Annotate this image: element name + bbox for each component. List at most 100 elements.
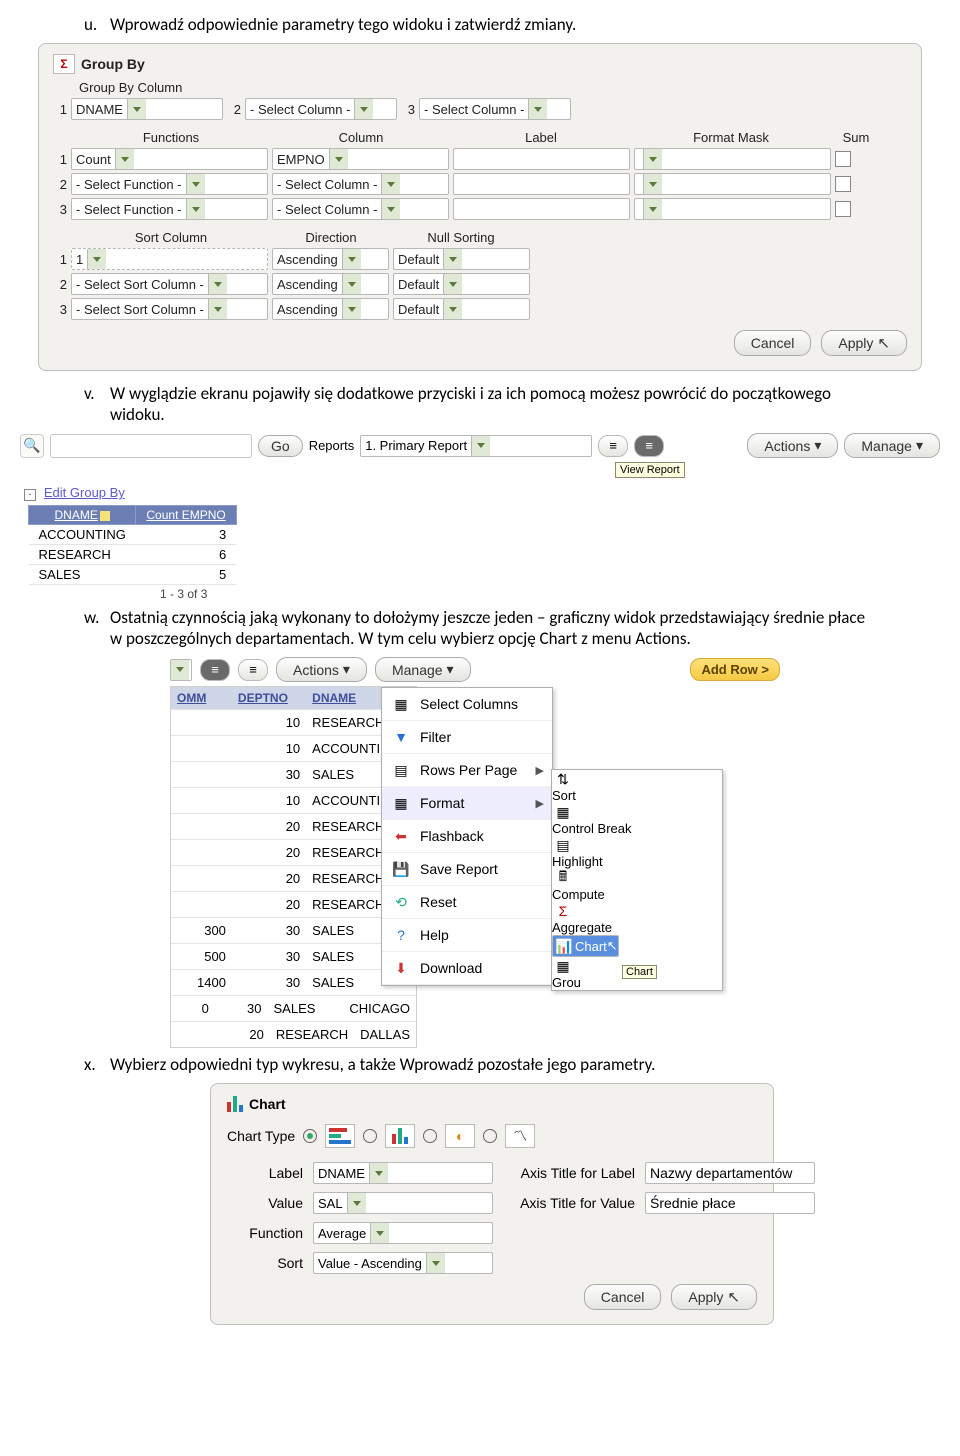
actions-menu: ▦Select Columns ▼Filter ▤Rows Per Page▶ …	[381, 687, 553, 986]
mi-sort[interactable]: ⇅Sort	[552, 770, 722, 803]
mask2[interactable]	[634, 173, 831, 195]
view-toggle[interactable]: ≡	[238, 659, 268, 681]
groupby-icon: ▦	[552, 957, 574, 975]
instruction-u: u.Wprowadź odpowiednie parametry tego wi…	[110, 14, 940, 35]
report-toolbar: 🔍 Go Reports 1. Primary Report ≡ ≡ Actio…	[20, 433, 940, 458]
group-col3[interactable]: - Select Column -	[419, 98, 571, 120]
table-row: 30030SALES	[171, 917, 416, 943]
table-row: 10ACCOUNTING	[171, 787, 416, 813]
view-toggle-active[interactable]: ≡	[200, 659, 230, 681]
chart-label[interactable]: DNAME	[313, 1162, 493, 1184]
axis-label-input[interactable]: Nazwy departamentów	[645, 1162, 815, 1184]
mi-control-break[interactable]: ▦Control Break	[552, 803, 722, 836]
table-row: 20RESEARCH	[171, 891, 416, 917]
add-row-button[interactable]: Add Row >	[690, 658, 780, 681]
table-row: ACCOUNTING3	[29, 525, 237, 545]
cancel-button[interactable]: Cancel	[734, 330, 812, 356]
mi-chart[interactable]: 📊Chart↖	[552, 935, 619, 957]
mi-compute[interactable]: 🖩Compute	[552, 869, 722, 902]
chart-cancel-button[interactable]: Cancel	[584, 1284, 662, 1310]
func1[interactable]: Count	[71, 148, 268, 170]
grid-header: OMM DEPTNO DNAME	[171, 687, 416, 709]
search-icon[interactable]: 🔍	[20, 434, 44, 458]
null1[interactable]: Default	[393, 248, 530, 270]
mi-format[interactable]: ▦Format▶	[382, 787, 552, 820]
chart-func[interactable]: Average	[313, 1222, 493, 1244]
col-dname[interactable]: DNAME	[29, 506, 136, 525]
mi-flashback[interactable]: ⬅Flashback	[382, 820, 552, 853]
table-row: 10RESEARCH	[171, 709, 416, 735]
compute-icon: 🖩	[552, 869, 574, 887]
label1[interactable]	[453, 148, 630, 170]
chart-apply-button[interactable]: Apply↖	[671, 1284, 757, 1310]
view-report-toggle[interactable]: ≡	[598, 435, 628, 457]
go-button[interactable]: Go	[258, 435, 303, 457]
view-groupby-toggle[interactable]: ≡	[634, 435, 664, 457]
apply-button[interactable]: Apply↖	[821, 330, 907, 356]
manage-button2[interactable]: Manage ▾	[375, 657, 471, 682]
null2[interactable]: Default	[393, 273, 530, 295]
group-col1[interactable]: DNAME	[71, 98, 223, 120]
dir1[interactable]: Ascending	[272, 248, 389, 270]
mi-download[interactable]: ⬇Download	[382, 952, 552, 985]
view-report-tooltip: View Report	[615, 462, 685, 478]
mask3[interactable]	[634, 198, 831, 220]
mi-save-report[interactable]: 💾Save Report	[382, 853, 552, 886]
mask1[interactable]	[634, 148, 831, 170]
chevron-down-icon[interactable]	[127, 99, 146, 119]
mi-rows-per-page[interactable]: ▤Rows Per Page▶	[382, 754, 552, 787]
manage-button[interactable]: Manage ▾	[844, 433, 940, 458]
report-select[interactable]: 1. Primary Report	[360, 435, 592, 457]
chart-tooltip: Chart	[622, 965, 657, 979]
sigma-icon: Σ	[53, 54, 75, 74]
sortcol1[interactable]: 1	[71, 248, 268, 270]
cursor-icon: ↖	[607, 938, 618, 954]
edit-group-by-link[interactable]: Edit Group By	[44, 485, 125, 500]
func2[interactable]: - Select Function -	[71, 173, 268, 195]
dir2[interactable]: Ascending	[272, 273, 389, 295]
radio-pie[interactable]	[423, 1129, 437, 1143]
table-row: 50030SALES	[171, 943, 416, 969]
funnel-icon: ▼	[390, 728, 412, 746]
mi-reset[interactable]: ⟲Reset	[382, 886, 552, 919]
collapse-icon[interactable]: -	[24, 489, 36, 501]
fcol1[interactable]: EMPNO	[272, 148, 449, 170]
sum2-checkbox[interactable]	[835, 176, 851, 192]
group-by-panel: Σ Group By Group By Column 1 DNAME 2 - S…	[38, 43, 922, 371]
sortcol3[interactable]: - Select Sort Column -	[71, 298, 268, 320]
break-icon: ▦	[552, 803, 574, 821]
fcol3[interactable]: - Select Column -	[272, 198, 449, 220]
table-row: RESEARCH6	[29, 545, 237, 565]
chevron-down-icon[interactable]	[528, 99, 547, 119]
actions-button2[interactable]: Actions ▾	[276, 657, 367, 682]
mi-select-columns[interactable]: ▦Select Columns	[382, 688, 552, 721]
sortcol2[interactable]: - Select Sort Column -	[71, 273, 268, 295]
chevron-down-icon[interactable]	[354, 99, 373, 119]
table-row: 030SALESCHICAGO	[171, 995, 416, 1021]
chart-sort[interactable]: Value - Ascending	[313, 1252, 493, 1274]
sort-header: Sort Column Direction Null Sorting	[53, 230, 907, 245]
radio-hbar[interactable]	[303, 1129, 317, 1143]
group-col2[interactable]: - Select Column -	[245, 98, 397, 120]
dir3[interactable]: Ascending	[272, 298, 389, 320]
help-icon: ?	[390, 926, 412, 944]
label3[interactable]	[453, 198, 630, 220]
axis-value-input[interactable]: Średnie płace	[645, 1192, 815, 1214]
null3[interactable]: Default	[393, 298, 530, 320]
label2[interactable]	[453, 173, 630, 195]
radio-vbar[interactable]	[363, 1129, 377, 1143]
fcol2[interactable]: - Select Column -	[272, 173, 449, 195]
col-count[interactable]: Count EMPNO	[136, 506, 236, 525]
radio-line[interactable]	[483, 1129, 497, 1143]
chart-value[interactable]: SAL	[313, 1192, 493, 1214]
sum1-checkbox[interactable]	[835, 151, 851, 167]
actions-button[interactable]: Actions ▾	[747, 433, 838, 458]
mi-aggregate[interactable]: ΣAggregate	[552, 902, 722, 935]
func3[interactable]: - Select Function -	[71, 198, 268, 220]
mi-highlight[interactable]: ▤Highlight	[552, 836, 722, 869]
search-input[interactable]	[50, 434, 252, 458]
sum3-checkbox[interactable]	[835, 201, 851, 217]
group-by-column-label: Group By Column	[79, 80, 907, 95]
mi-help[interactable]: ?Help	[382, 919, 552, 952]
mi-filter[interactable]: ▼Filter	[382, 721, 552, 754]
